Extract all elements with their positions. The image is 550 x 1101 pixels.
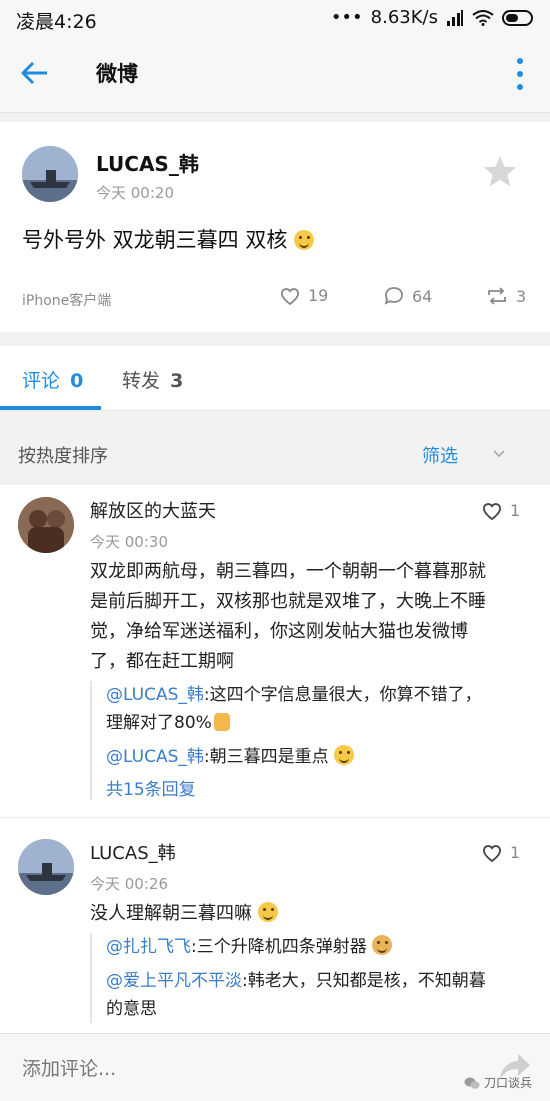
comment-line: 了，都在赶工期啊 [90, 651, 234, 672]
sort-by-popularity[interactable]: 按热度排序 [18, 442, 108, 468]
watermark: 刀口谈兵 [464, 1074, 532, 1091]
comment-count: 64 [412, 286, 433, 306]
back-arrow-icon[interactable] [20, 58, 50, 88]
commenter-name[interactable]: 解放区的大蓝天 [90, 497, 216, 523]
comment-line: 是前后脚开工，双核那也就是双堆了，大晚上不睡 [90, 591, 486, 612]
reply-item[interactable]: @扎扎飞飞:三个升降机四条弹射器 [106, 933, 526, 961]
reply-item[interactable]: @爱上平凡不平淡:韩老大，只知都是核，不知朝暮 的意思 [106, 967, 526, 1023]
smile-emoji-icon [294, 230, 315, 250]
reply-user-link[interactable]: @LUCAS_韩 [106, 747, 204, 767]
reply-text: :这四个字信息量很大，你算不错了， [203, 685, 482, 705]
like-button[interactable]: 19 [280, 286, 328, 305]
heart-icon [483, 844, 501, 862]
status-bar: 凌晨4:26 ••• 8.63K/s [0, 0, 550, 36]
tab-reposts-label: 转发 [122, 370, 161, 392]
post-time: 今天 00:20 [96, 184, 174, 202]
signal-icon [447, 9, 463, 26]
more-dots-icon: ••• [330, 7, 363, 28]
post-text-content: 号外号外 双龙朝三暮四 双核 [22, 228, 288, 252]
comment-time: 今天 00:30 [90, 533, 168, 551]
comment-text: 双龙即两航母，朝三暮四，一个朝朝一个暮暮那就 是前后脚开工，双核那也就是双堆了，… [90, 557, 530, 677]
view-all-replies-link[interactable]: 共15条回复 [106, 775, 526, 800]
thumbs-up-emoji-icon [213, 713, 230, 731]
tab-reposts[interactable]: 转发 3 [122, 366, 183, 393]
comment-button[interactable]: 64 [384, 286, 432, 306]
tab-comments-label: 评论 [22, 370, 61, 392]
author-avatar[interactable] [22, 146, 78, 202]
post-source: iPhone客户端 [22, 293, 112, 309]
comment-like-button[interactable]: 1 [482, 501, 520, 520]
post-card: LUCAS_韩 今天 00:20 号外号外 双龙朝三暮四 双核 iPhone客户… [0, 122, 550, 332]
author-name[interactable]: LUCAS_韩 [96, 148, 199, 177]
reply-thread: @LUCAS_韩:这四个字信息量很大，你算不错了， 理解对了80% @LUCAS… [90, 681, 526, 800]
grin-emoji-icon [334, 745, 354, 765]
wifi-icon [472, 9, 494, 26]
post-text: 号外号外 双龙朝三暮四 双核 [22, 224, 315, 254]
commenter-avatar[interactable] [18, 497, 74, 553]
network-speed: 8.63K/s [370, 7, 438, 28]
favorite-star-icon[interactable] [482, 154, 518, 188]
title-bar: 微博 [0, 36, 550, 113]
filter-button[interactable]: 筛选 [422, 442, 458, 468]
reply-text: :三个升降机四条弹射器 [191, 937, 367, 957]
reply-user-link[interactable]: @爱上平凡不平淡 [106, 971, 242, 991]
tab-comments-count: 0 [70, 370, 84, 392]
battery-icon [502, 9, 533, 26]
more-options-icon[interactable] [516, 56, 524, 92]
reply-user-link[interactable]: @LUCAS_韩 [106, 685, 204, 705]
reply-text: :朝三暮四是重点 [203, 747, 329, 767]
heart-icon [483, 502, 501, 520]
tab-reposts-count: 3 [170, 370, 184, 392]
reply-item[interactable]: @LUCAS_韩:朝三暮四是重点 [106, 743, 526, 771]
tab-bar: 评论 0 转发 3 [0, 346, 550, 411]
comment-like-count: 1 [510, 843, 521, 862]
reply-item[interactable]: @LUCAS_韩:这四个字信息量很大，你算不错了， 理解对了80% [106, 681, 526, 737]
reply-text: 理解对了80% [106, 713, 212, 733]
comment-line: 觉，净给军迷送福利，你这刚发帖大猫也发微博 [90, 621, 468, 642]
comment-divider [0, 817, 550, 818]
commenter-name[interactable]: LUCAS_韩 [90, 839, 176, 865]
wechat-icon [464, 1077, 480, 1089]
reply-text: 的意思 [106, 999, 157, 1019]
watermark-text: 刀口谈兵 [483, 1076, 532, 1090]
tab-comments[interactable]: 评论 0 [22, 366, 83, 393]
comment-input-bar[interactable]: 添加评论... 刀口谈兵 [0, 1033, 550, 1101]
like-count: 19 [308, 286, 329, 305]
status-time: 凌晨4:26 [16, 11, 97, 33]
comment-like-count: 1 [510, 501, 521, 520]
dog-emoji-icon [372, 935, 393, 955]
reply-thread: @扎扎飞飞:三个升降机四条弹射器 @爱上平凡不平淡:韩老大，只知都是核，不知朝暮… [90, 933, 526, 1023]
repost-count: 3 [516, 286, 527, 306]
comment-time: 今天 00:26 [90, 875, 168, 893]
status-indicators: ••• 8.63K/s [331, 7, 536, 28]
repost-icon [488, 287, 506, 305]
grin-emoji-icon [257, 902, 278, 922]
page-title: 微博 [96, 62, 138, 86]
comment-line: 没人理解朝三暮四嘛 [90, 903, 252, 924]
reply-text: :韩老大，只知都是核，不知朝暮 [242, 971, 486, 991]
sort-bar: 按热度排序 筛选 [0, 424, 550, 484]
heart-icon [281, 287, 299, 305]
comment-like-button[interactable]: 1 [482, 843, 520, 862]
commenter-avatar[interactable] [18, 839, 74, 895]
comment-text: 没人理解朝三暮四嘛 [90, 899, 530, 929]
add-comment-input[interactable]: 添加评论... [22, 1054, 116, 1081]
chevron-down-icon[interactable] [492, 449, 506, 459]
comment-bubble-icon [384, 287, 403, 305]
reply-user-link[interactable]: @扎扎飞飞 [106, 937, 191, 957]
active-tab-indicator [0, 406, 101, 410]
comment-list: 解放区的大蓝天 今天 00:30 1 双龙即两航母，朝三暮四，一个朝朝一个暮暮那… [0, 485, 550, 1033]
comment-line: 双龙即两航母，朝三暮四，一个朝朝一个暮暮那就 [90, 561, 486, 582]
repost-button[interactable]: 3 [486, 286, 526, 306]
